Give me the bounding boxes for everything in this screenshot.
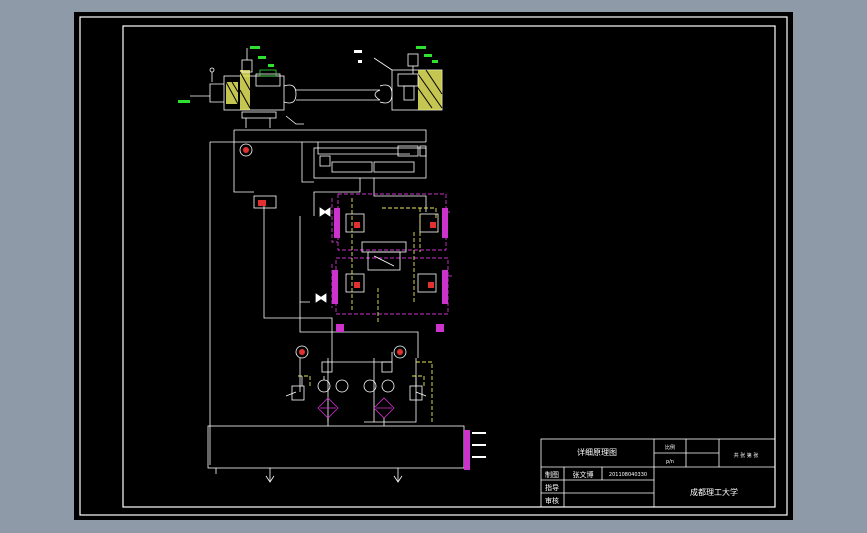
scale-value: p/n [666, 459, 674, 465]
drawing-title: 详细原理图 [577, 447, 617, 457]
green-annotations [178, 46, 438, 103]
scale-label: 比例 [665, 444, 675, 451]
drawing-sheet: 详细原理图 比例 p/n 共 张 第 张 制图 张文博 201108040330… [74, 12, 793, 520]
institution-name: 成都理工大学 [690, 487, 738, 497]
guide-label: 指导 [545, 483, 559, 492]
drawn-by-label: 制图 [545, 470, 559, 479]
pump-group [285, 361, 427, 426]
actuator-assembly [190, 48, 443, 128]
pressure-gauges [239, 143, 407, 359]
sheet-count: 共 张 第 张 [734, 452, 759, 459]
throttle-valves [253, 195, 331, 303]
oil-tank [207, 425, 470, 483]
accumulator-lines [298, 375, 425, 388]
level-gauge-labels [472, 432, 486, 458]
student-number: 201108040330 [609, 472, 647, 478]
title-block-text: 详细原理图 比例 p/n 共 张 第 张 制图 张文博 201108040330… [545, 444, 758, 505]
inner-frame [122, 25, 776, 508]
hydraulic-schematic: 详细原理图 比例 p/n 共 张 第 张 制图 张文博 201108040330… [79, 16, 788, 516]
red-valve-markers [258, 200, 436, 288]
review-label: 审核 [545, 496, 559, 505]
white-annotations [354, 50, 362, 63]
drawn-by-name: 张文博 [573, 470, 594, 479]
